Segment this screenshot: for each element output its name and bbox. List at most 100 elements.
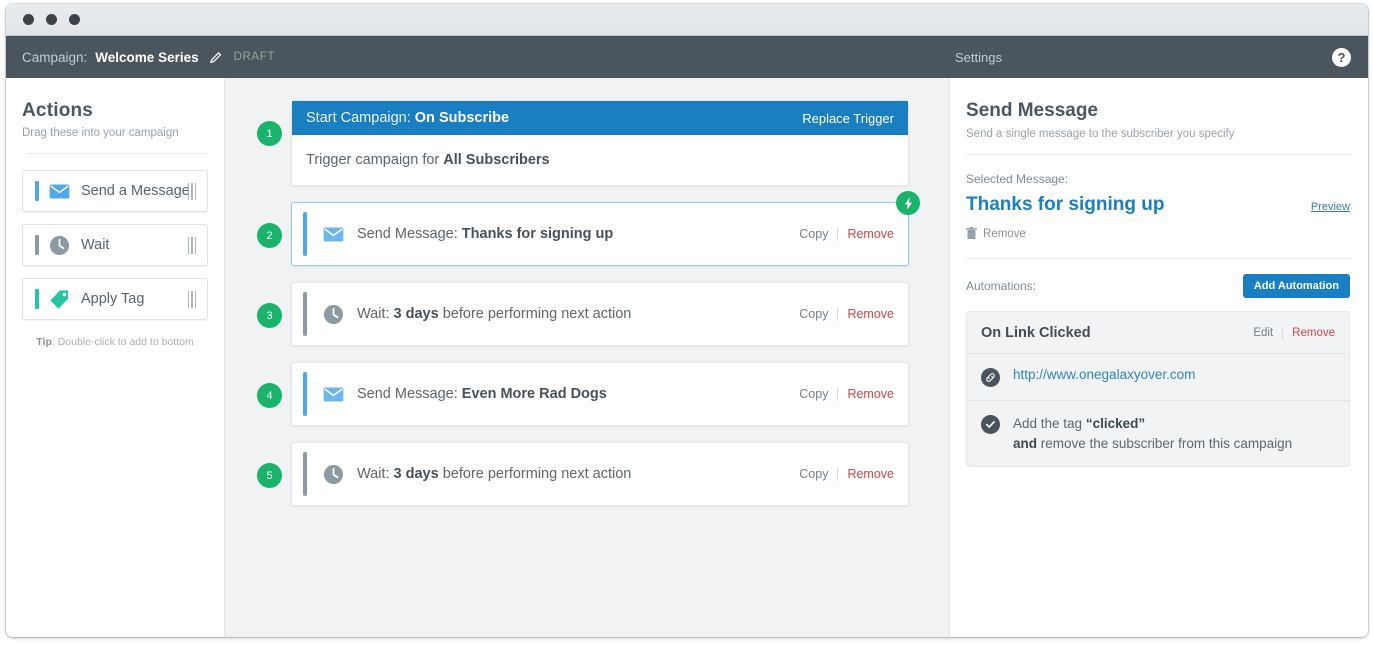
trigger-card[interactable]: Start Campaign: On Subscribe Replace Tri… [291,100,909,186]
divider [837,228,838,241]
step-card-send-message[interactable]: Send Message: Even More Rad Dogs Copy Re… [291,362,909,426]
inspector-panel: Send Message Send a single message to th… [949,78,1368,637]
preview-link[interactable]: Preview [1311,201,1350,216]
minimize-icon[interactable] [46,14,57,25]
accent-bar [35,181,39,201]
divider [837,468,838,481]
settings-link[interactable]: Settings [955,50,1002,65]
accent-bar [303,372,307,416]
campaign-step-2: 2 Send Message: Thanks for signing up Co… [225,202,949,266]
tag-icon [49,288,71,310]
envelope-icon [323,383,345,405]
automation-link[interactable]: http://www.onegalaxyover.com [1013,367,1195,382]
automation-title: On Link Clicked [981,325,1091,341]
automations-label: Automations: [966,279,1036,293]
drag-handle-icon[interactable] [188,183,197,200]
maximize-icon[interactable] [69,14,80,25]
inspector-subtitle: Send a single message to the subscriber … [966,128,1350,140]
pencil-icon[interactable] [209,50,224,65]
copy-button[interactable]: Copy [799,227,828,241]
step-actions: Copy Remove [799,387,894,401]
trigger-value: On Subscribe [415,110,509,126]
automation-trigger-row: http://www.onegalaxyover.com [967,354,1349,400]
step-number-badge: 1 [257,121,282,146]
step-row: Wait: 3 days before performing next acti… [292,283,908,345]
step-row: Wait: 3 days before performing next acti… [292,443,908,505]
step-number-badge: 4 [257,383,282,408]
copy-button[interactable]: Copy [799,467,828,481]
action-item-label: Apply Tag [81,291,144,307]
trigger-body-value: All Subscribers [443,152,549,168]
action-item-wait[interactable]: Wait [22,224,208,266]
action-item-label: Send a Message [81,183,190,199]
copy-button[interactable]: Copy [799,387,828,401]
accent-bar [35,235,39,255]
remove-button[interactable]: Remove [1292,327,1335,339]
action-item-send-a-message[interactable]: Send a Message [22,170,208,212]
tip-prefix: Tip [36,336,52,348]
app-window: Campaign: Welcome Series DRAFT Settings … [6,4,1368,637]
remove-button[interactable]: Remove [847,227,894,241]
remove-message-button[interactable]: Remove [966,227,1350,240]
edit-button[interactable]: Edit [1253,327,1273,339]
divider [837,308,838,321]
accent-bar [303,212,307,256]
step-number-badge: 5 [257,463,282,488]
step-description: Wait: 3 days before performing next acti… [357,466,631,482]
remove-button[interactable]: Remove [847,307,894,321]
app-body: Actions Drag these into your campaign Se… [6,78,1368,637]
step-value: 3 days [394,466,439,482]
automation-action-text: Add the tag “clicked” and remove the sub… [1013,414,1292,453]
campaign-name: Welcome Series [95,50,198,65]
remove-message-label: Remove [983,228,1026,240]
step-actions: Copy Remove [799,227,894,241]
step-actions: Copy Remove [799,307,894,321]
step-number-badge: 3 [257,303,282,328]
step-actions: Copy Remove [799,467,894,481]
sidebar-title: Actions [22,100,208,122]
automation-action-row: Add the tag “clicked” and remove the sub… [967,400,1349,466]
selected-message-name[interactable]: Thanks for signing up [966,194,1164,216]
action-tag: “clicked” [1086,416,1145,431]
envelope-icon [49,180,71,202]
action-item-apply-tag[interactable]: Apply Tag [22,278,208,320]
trigger-card-header: Start Campaign: On Subscribe Replace Tri… [292,101,908,135]
remove-button[interactable]: Remove [847,387,894,401]
campaign-label: Campaign: [22,50,87,65]
inspector-divider-2 [966,258,1350,259]
clock-icon [49,234,71,256]
campaign-canvas: 1 Start Campaign: On Subscribe Replace T… [225,78,949,637]
window-titlebar [6,4,1368,36]
step-description: Send Message: Even More Rad Dogs [357,386,607,402]
action-prefix: Add the tag [1013,416,1082,431]
envelope-icon [323,223,345,245]
add-automation-button[interactable]: Add Automation [1243,274,1350,298]
trigger-card-body: Trigger campaign for All Subscribers [292,135,908,185]
action-item-label: Wait [81,237,109,253]
step-prefix: Send Message: [357,226,458,242]
step-card-wait[interactable]: Wait: 3 days before performing next acti… [291,282,909,346]
remove-button[interactable]: Remove [847,467,894,481]
divider [1282,327,1283,340]
status-badge: DRAFT [234,51,275,63]
action-line2: remove the subscriber from this campaign [1041,436,1292,451]
step-suffix: before performing next action [443,306,632,322]
copy-button[interactable]: Copy [799,307,828,321]
trigger-prefix: Start Campaign: [306,110,411,126]
drag-handle-icon[interactable] [188,291,197,308]
close-icon[interactable] [23,14,34,25]
divider [837,388,838,401]
replace-trigger-button[interactable]: Replace Trigger [802,111,894,126]
drag-handle-icon[interactable] [188,237,197,254]
step-row: Send Message: Thanks for signing up Copy… [292,203,908,265]
step-row: Send Message: Even More Rad Dogs Copy Re… [292,363,908,425]
actions-sidebar: Actions Drag these into your campaign Se… [6,78,225,637]
step-card-wait[interactable]: Wait: 3 days before performing next acti… [291,442,909,506]
check-circle-icon [981,415,1000,434]
campaign-step-5: 5 Wait: 3 days before performing next ac… [225,442,949,506]
help-icon[interactable]: ? [1332,48,1351,67]
automation-card-header: On Link Clicked Edit Remove [967,312,1349,354]
sidebar-divider [28,153,208,154]
campaign-breadcrumb: Campaign: Welcome Series DRAFT [6,50,275,65]
step-card-send-message[interactable]: Send Message: Thanks for signing up Copy… [291,202,909,266]
